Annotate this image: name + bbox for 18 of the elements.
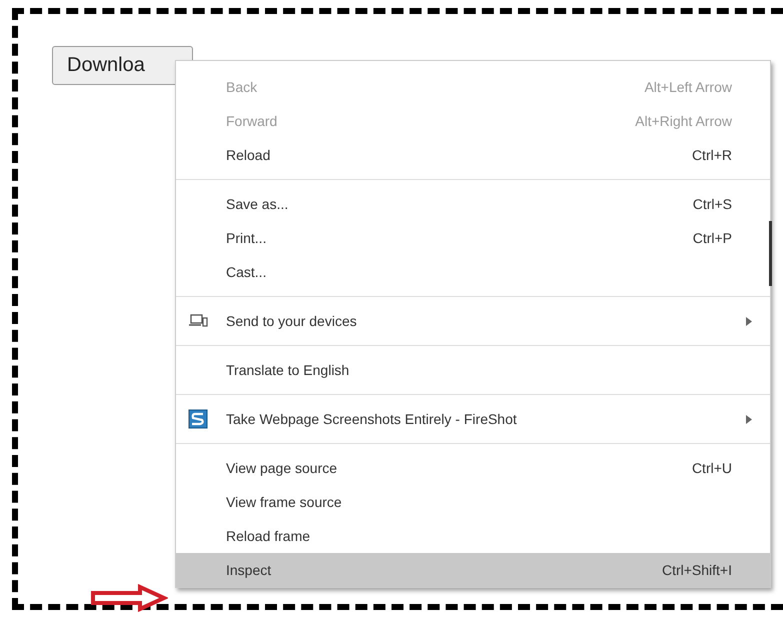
submenu-arrow-icon — [746, 316, 752, 326]
menu-item[interactable]: Save as... Ctrl+S — [176, 187, 770, 221]
menu-item[interactable]: Print... Ctrl+P — [176, 221, 770, 255]
menu-item[interactable]: Take Webpage Screenshots Entirely - FireShot — [176, 402, 770, 436]
devices-icon — [188, 314, 208, 328]
menu-item[interactable]: Translate to English — [176, 353, 770, 387]
submenu-arrow-icon — [746, 414, 752, 424]
menu-item[interactable]: View frame source — [176, 485, 770, 519]
menu-item[interactable]: Inspect Ctrl+Shift+I — [176, 553, 770, 587]
scrollbar — [769, 221, 772, 286]
menu-item[interactable]: Reload frame — [176, 519, 770, 553]
menu-item[interactable]: Reload Ctrl+R — [176, 138, 770, 172]
fireshot-icon — [188, 409, 208, 429]
menu-item[interactable]: Cast... — [176, 255, 770, 289]
download-button[interactable]: Downloa — [52, 46, 193, 85]
menu-item[interactable]: Send to your devices — [176, 304, 770, 338]
arrow-icon — [90, 584, 168, 612]
menu-item[interactable]: View page source Ctrl+U — [176, 451, 770, 485]
